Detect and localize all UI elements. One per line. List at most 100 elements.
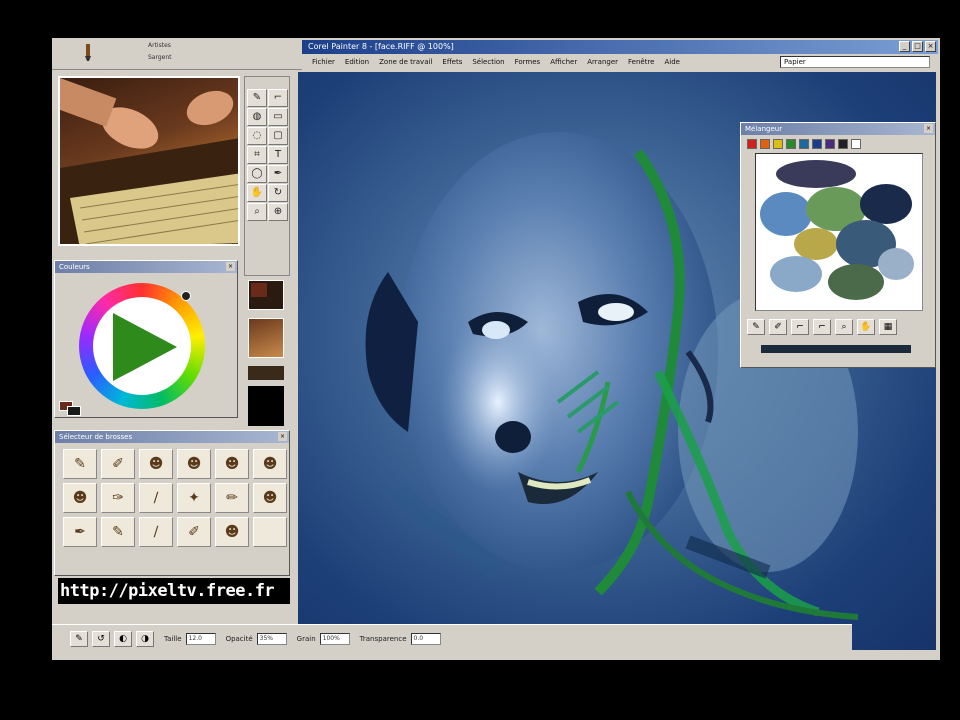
eraser-tool-icon[interactable]: ▭ [268, 108, 288, 126]
mixer-color-swatch[interactable] [786, 139, 796, 149]
app-screen: Artistes Sargent Corel Painter 8 - [face… [52, 38, 940, 660]
saturation-value-triangle[interactable] [113, 313, 177, 381]
paper-select[interactable]: Papier [780, 56, 930, 68]
menu-select[interactable]: Sélection [472, 55, 504, 69]
mixer-color-swatch[interactable] [747, 139, 757, 149]
main-color-swatch[interactable] [248, 280, 284, 310]
close-icon[interactable]: × [278, 432, 287, 441]
colors-panel-title: Couleurs × [55, 261, 237, 273]
menu-bar: Fichier Edition Zone de travail Effets S… [302, 55, 938, 69]
menu-arrange[interactable]: Arranger [587, 55, 618, 69]
sample-color-icon[interactable]: ⌐ [791, 319, 809, 335]
menu-help[interactable]: Aide [664, 55, 679, 69]
property-bar: Artistes Sargent [52, 38, 302, 70]
brush-category-cell[interactable]: ✏ [215, 483, 249, 513]
menu-edit[interactable]: Edition [345, 55, 369, 69]
brush-category-cell[interactable]: ☻ [139, 449, 173, 479]
mixer-color-swatch[interactable] [760, 139, 770, 149]
zoom-icon[interactable]: ⌕ [835, 319, 853, 335]
mixer-pad[interactable] [755, 153, 923, 311]
brush-category-cell[interactable]: ∕ [139, 517, 173, 547]
menu-canvas[interactable]: Zone de travail [379, 55, 432, 69]
close-icon[interactable]: × [226, 262, 235, 271]
menu-file[interactable]: Fichier [312, 55, 335, 69]
brush-size-slider[interactable] [761, 345, 911, 353]
hue-marker[interactable] [181, 291, 191, 301]
brush-category-cell[interactable] [253, 517, 287, 547]
colors-panel: Couleurs × [54, 260, 238, 418]
brush-icon[interactable]: ✎ [70, 630, 88, 647]
shape-tool-icon[interactable]: ◯ [247, 165, 267, 183]
mixer-color-swatch[interactable] [851, 139, 861, 149]
brush-category-cell[interactable]: ✑ [101, 483, 135, 513]
blend-field[interactable]: 0.0 [410, 632, 441, 645]
brush-category-cell[interactable]: ∕ [139, 483, 173, 513]
menu-view[interactable]: Afficher [550, 55, 577, 69]
hue-ring[interactable] [79, 283, 205, 409]
menu-effects[interactable]: Effets [442, 55, 462, 69]
mixer-color-swatch[interactable] [773, 139, 783, 149]
dab-type-icon[interactable]: ◐ [114, 630, 132, 647]
brush-category-cell[interactable]: ☻ [253, 483, 287, 513]
blend-label: Transparence [359, 634, 407, 643]
brush-property-bar: ✎ ↺ ◐ ◑ Taille 12.0 Opacité 35% Grain 10… [52, 624, 852, 652]
mixer-tools: ✎ ✐ ⌐ ⌐ ⌕ ✋ ▦ [747, 319, 897, 335]
rotate-tool-icon[interactable]: ↻ [268, 184, 288, 202]
brush-category-cell[interactable]: ✐ [177, 517, 211, 547]
grabber-tool-icon[interactable]: ✋ [247, 184, 267, 202]
clear-icon[interactable]: ▦ [879, 319, 897, 335]
close-icon[interactable]: × [925, 41, 936, 52]
brush-category-cell[interactable]: ✎ [101, 517, 135, 547]
video-caption [20, 0, 520, 10]
mixer-panel-title: Mélangeur × [741, 123, 935, 135]
pattern-swatch[interactable] [248, 366, 284, 380]
brush-category-cell[interactable]: ☻ [177, 449, 211, 479]
reset-icon[interactable]: ↺ [92, 630, 110, 647]
brush-icon[interactable] [78, 42, 98, 62]
selection-tool-icon[interactable]: ▢ [268, 127, 288, 145]
primary-secondary-swatches[interactable] [59, 401, 89, 416]
app-title: Corel Painter 8 - [face.RIFF @ 100%] [308, 42, 454, 51]
brush-category-select[interactable]: Artistes [148, 42, 288, 52]
size-field[interactable]: 12.0 [185, 632, 216, 645]
menu-shapes[interactable]: Formes [515, 55, 541, 69]
maximize-icon[interactable]: □ [912, 41, 923, 52]
sample-multiple-icon[interactable]: ⌐ [813, 319, 831, 335]
lasso-tool-icon[interactable]: ◌ [247, 127, 267, 145]
brush-category-cell[interactable]: ☻ [63, 483, 97, 513]
brush-category-cell[interactable]: ☻ [215, 449, 249, 479]
stroke-type-icon[interactable]: ◑ [136, 630, 154, 647]
brush-tool-icon[interactable]: ✎ [247, 89, 267, 107]
paint-bucket-icon[interactable]: ◍ [247, 108, 267, 126]
mixer-color-swatch[interactable] [812, 139, 822, 149]
mixer-color-swatch[interactable] [825, 139, 835, 149]
close-icon[interactable]: × [924, 124, 933, 133]
mixer-panel: Mélangeur × ✎ ✐ ⌐ ⌐ ⌕ ✋ ▦ [740, 122, 936, 368]
brush-category-cell[interactable]: ✎ [63, 449, 97, 479]
brush-category-cell[interactable]: ✐ [101, 449, 135, 479]
saturation-area [93, 297, 191, 395]
gradient-swatch[interactable] [248, 386, 284, 426]
dropper-tool-icon[interactable]: ⌐ [268, 89, 288, 107]
opacity-field[interactable]: 35% [256, 632, 287, 645]
crop-tool-icon[interactable]: ⌗ [247, 146, 267, 164]
clone-tool-icon[interactable]: ⊕ [268, 203, 288, 221]
brush-category-cell[interactable]: ☻ [215, 517, 249, 547]
grain-field[interactable]: 100% [319, 632, 350, 645]
paper-texture-swatch[interactable] [248, 318, 284, 358]
magnifier-tool-icon[interactable]: ⌕ [247, 203, 267, 221]
toolbox: ✎ ⌐ ◍ ▭ ◌ ▢ ⌗ T ◯ ✒ ✋ ↻ ⌕ ⊕ [244, 76, 290, 276]
mixer-color-swatch[interactable] [799, 139, 809, 149]
mixer-color-swatch[interactable] [838, 139, 848, 149]
brush-category-cell[interactable]: ✒ [63, 517, 97, 547]
brush-variant-select[interactable]: Sargent [148, 54, 288, 64]
menu-window[interactable]: Fenêtre [628, 55, 654, 69]
text-tool-icon[interactable]: T [268, 146, 288, 164]
pen-tool-icon[interactable]: ✒ [268, 165, 288, 183]
brush-category-cell[interactable]: ☻ [253, 449, 287, 479]
minimize-icon[interactable]: _ [899, 41, 910, 52]
mix-color-icon[interactable]: ✐ [769, 319, 787, 335]
apply-color-icon[interactable]: ✎ [747, 319, 765, 335]
pan-icon[interactable]: ✋ [857, 319, 875, 335]
brush-category-cell[interactable]: ✦ [177, 483, 211, 513]
